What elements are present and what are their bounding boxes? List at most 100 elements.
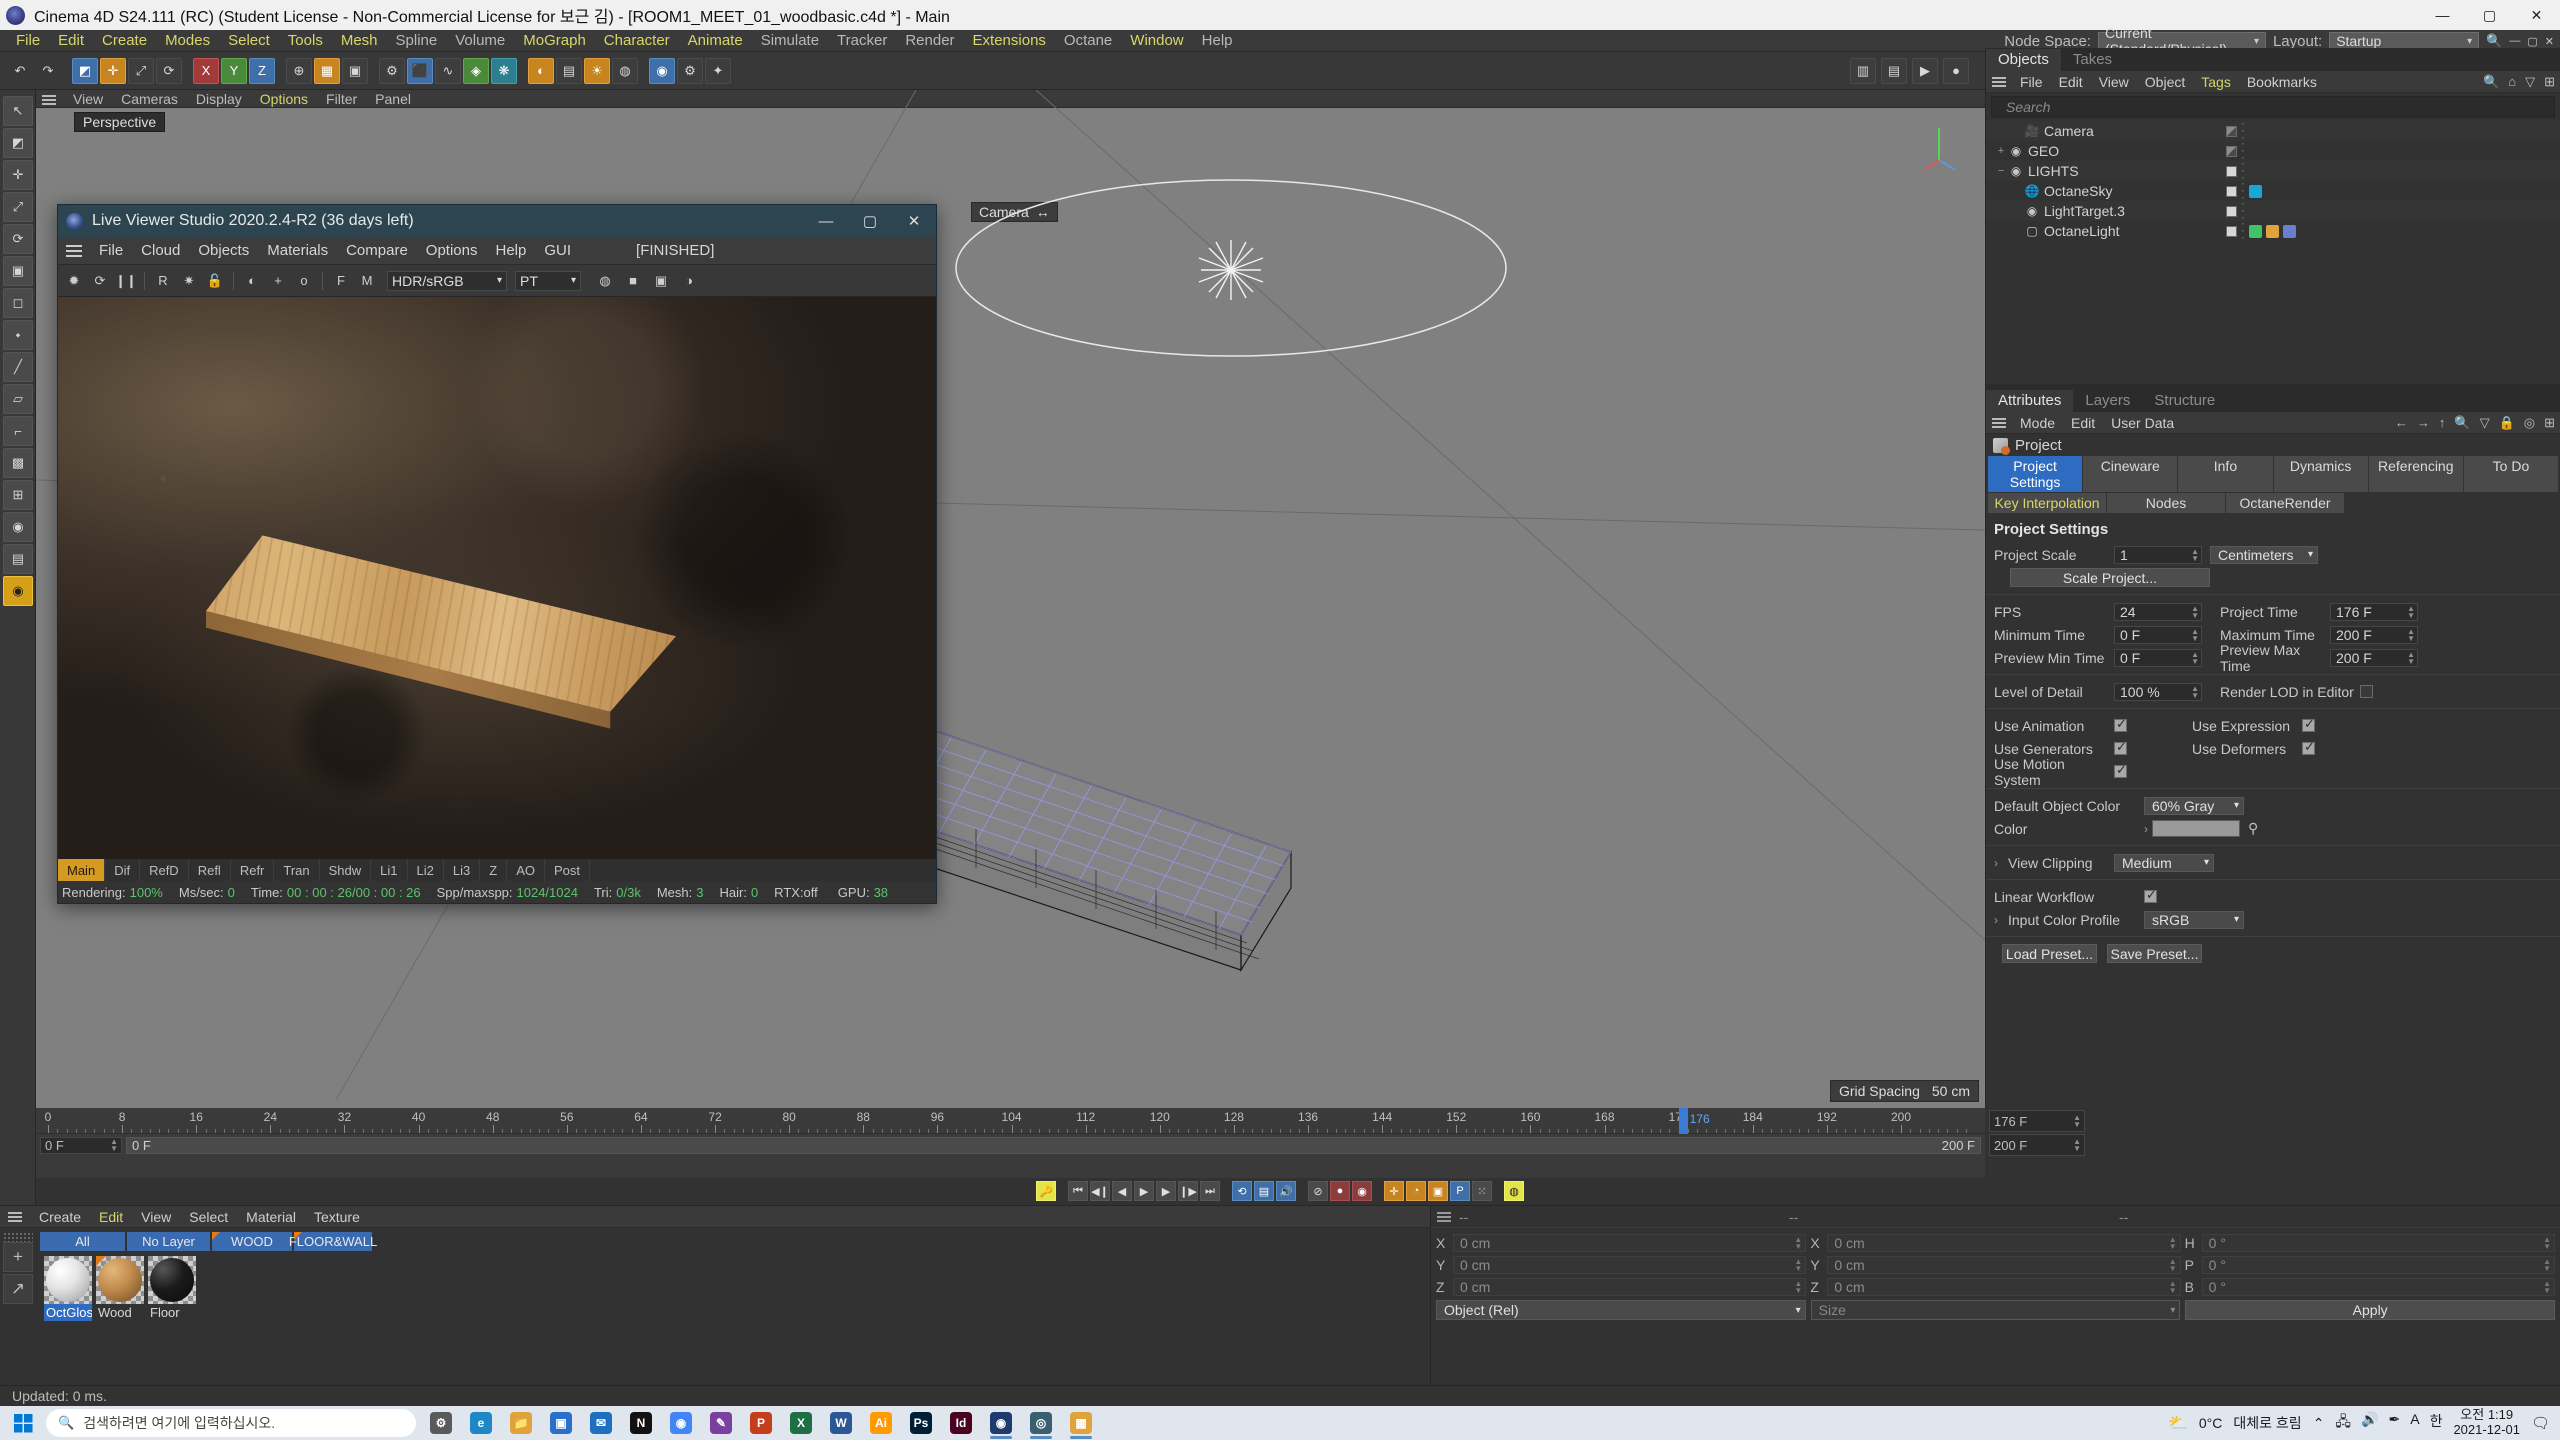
autokey-toggle-button[interactable]: ◉ — [1352, 1181, 1372, 1201]
render-channel-tran[interactable]: Tran — [274, 859, 320, 881]
tab-takes[interactable]: Takes — [2061, 49, 2124, 71]
max-time-field[interactable]: 200 F ▲ ▼ — [1989, 1134, 2085, 1156]
visibility-toggle[interactable] — [2226, 165, 2237, 177]
menu-item-select[interactable]: Select — [219, 30, 279, 52]
restore-icon[interactable]: ▢ — [2527, 35, 2537, 48]
menu-item-extensions[interactable]: Extensions — [964, 30, 1055, 52]
speaker-icon[interactable]: 🔊 — [2361, 1411, 2378, 1435]
spinner-icon[interactable]: ▲ ▼ — [2191, 604, 2199, 619]
material-menu-select[interactable]: Select — [180, 1209, 237, 1225]
lod-input[interactable]: 100 % ▲ ▼ — [2114, 682, 2202, 701]
word-icon[interactable]: W — [822, 1406, 860, 1440]
axis-lock-y-icon[interactable]: Y — [221, 57, 247, 84]
scale-project-button[interactable]: Scale Project... — [2010, 568, 2210, 587]
lv-maximize-button[interactable]: ▢ — [848, 205, 892, 237]
current-frame-field[interactable]: 0 F ▲ ▼ — [40, 1136, 122, 1154]
add-panel-icon[interactable]: ⊞ — [2544, 415, 2555, 431]
rotation-p-input[interactable]: 0 ° ▲ ▼ — [2201, 1256, 2555, 1274]
hamburger-icon[interactable] — [8, 1210, 22, 1224]
attr-tab-info[interactable]: Info — [2178, 456, 2273, 492]
minimum-time-input[interactable]: 0 F ▲ ▼ — [2114, 625, 2202, 644]
object-row[interactable]: 🎥 Camera · · · — [1986, 121, 2560, 143]
lv-close-button[interactable]: ✕ — [892, 205, 936, 237]
denoise-icon[interactable]: ◍ — [593, 269, 617, 293]
photoshop-icon[interactable]: Ps — [902, 1406, 940, 1440]
hamburger-icon[interactable] — [1992, 75, 2006, 89]
close-button[interactable]: ✕ — [2513, 0, 2560, 30]
menu-item-modes[interactable]: Modes — [156, 30, 219, 52]
render-channel-li3[interactable]: Li3 — [444, 859, 481, 881]
next-frame-button[interactable]: ▶ — [1156, 1181, 1176, 1201]
spinner-icon[interactable]: ▲ ▼ — [2407, 604, 2415, 619]
menu-item-simulate[interactable]: Simulate — [752, 30, 828, 52]
indesign-icon[interactable]: Id — [942, 1406, 980, 1440]
tool-axis-mode[interactable]: ⌐ — [3, 416, 33, 446]
up-arrow-icon[interactable]: ↑ — [2439, 415, 2446, 430]
position-y-input[interactable]: 0 cm ▲ ▼ — [1453, 1256, 1807, 1274]
search-icon[interactable]: 🔍 — [2483, 74, 2499, 90]
render-channel-refr[interactable]: Refr — [231, 859, 275, 881]
attribute-menu-mode[interactable]: Mode — [2012, 412, 2063, 434]
spinner-icon[interactable]: ▲ ▼ — [2543, 1236, 2551, 1251]
position-z-input[interactable]: 0 cm ▲ ▼ — [1453, 1278, 1807, 1296]
visibility-toggle[interactable] — [2226, 205, 2237, 217]
focus-picker-icon[interactable]: F — [329, 269, 353, 293]
lock-resolution-icon[interactable]: 🔓 — [203, 269, 227, 293]
material-layer-no-layer[interactable]: No Layer — [127, 1231, 210, 1251]
viewport-menu-view[interactable]: View — [64, 90, 112, 108]
tab-structure[interactable]: Structure — [2142, 390, 2227, 412]
tray-expand-icon[interactable]: ⌃ — [2313, 1415, 2325, 1432]
use-animation-checkbox[interactable] — [2114, 716, 2127, 732]
ai-icon[interactable]: Ai — [862, 1406, 900, 1440]
maximize-button[interactable]: ▢ — [2466, 0, 2513, 30]
coordinate-mode-dropdown[interactable]: Object (Rel) ▾ — [1436, 1300, 1806, 1320]
redo-icon[interactable]: ↷ — [35, 58, 61, 84]
camera-icon[interactable]: ▤ — [556, 57, 582, 84]
settings-icon[interactable]: ⚙ — [422, 1406, 460, 1440]
render-channel-refl[interactable]: Refl — [189, 859, 231, 881]
minimize-button[interactable]: — — [2419, 0, 2466, 30]
save-preset-button[interactable]: Save Preset... — [2107, 944, 2202, 963]
tab-attributes[interactable]: Attributes — [1986, 390, 2074, 412]
live-viewer-menu-gui[interactable]: GUI — [535, 237, 580, 265]
visibility-toggle[interactable] — [2226, 225, 2237, 237]
record-icon[interactable]: ● — [1943, 57, 1969, 84]
scale-icon[interactable]: ⤢ — [128, 57, 154, 84]
move-icon[interactable]: ✛ — [100, 57, 126, 84]
tool-rotate[interactable]: ⟳ — [3, 224, 33, 254]
use-expression-checkbox[interactable] — [2302, 716, 2315, 732]
tool-polygon-mode[interactable]: ▱ — [3, 384, 33, 414]
hamburger-icon[interactable] — [1437, 1210, 1451, 1224]
menu-item-tools[interactable]: Tools — [279, 30, 332, 52]
eyedropper-icon[interactable]: ⚲ — [2248, 820, 2258, 837]
restart-render-icon[interactable]: ⟳ — [88, 269, 112, 293]
rotate-icon[interactable]: ⟳ — [156, 57, 182, 84]
dope-sheet-button[interactable]: ◍ — [1504, 1181, 1524, 1201]
autokey-button[interactable]: 🔑 — [1036, 1181, 1056, 1201]
tool-enable-axis[interactable]: ⊞ — [3, 480, 33, 510]
spinner-icon[interactable]: ▲ ▼ — [2191, 547, 2199, 562]
spinner-icon[interactable]: ▲ ▼ — [2543, 1258, 2551, 1273]
size-z-input[interactable]: 0 cm ▲ ▼ — [1827, 1278, 2181, 1296]
save-image-icon[interactable]: ■ — [621, 269, 645, 293]
spline-icon[interactable]: ∿ — [435, 57, 461, 84]
subdivision-icon[interactable]: ◈ — [463, 57, 489, 84]
colorspace-dropdown[interactable]: HDR/sRGB ▾ — [387, 270, 507, 291]
axis-lock-x-icon[interactable]: X — [193, 57, 219, 84]
explorer-icon[interactable]: ▦ — [1062, 1406, 1100, 1440]
expand-arrow-icon[interactable]: › — [1994, 913, 2008, 927]
layout-a-icon[interactable]: ▥ — [1850, 57, 1876, 84]
menu-item-tracker[interactable]: Tracker — [828, 30, 896, 52]
tool-move[interactable]: ✛ — [3, 160, 33, 190]
timeline-playhead[interactable] — [1678, 1108, 1688, 1134]
prev-key-button[interactable]: ◀❙ — [1090, 1181, 1110, 1201]
maximum-time-input[interactable]: 200 F ▲ ▼ — [2330, 625, 2418, 644]
spinner-icon[interactable]: ▲ ▼ — [2191, 684, 2199, 699]
tab-objects[interactable]: Objects — [1986, 49, 2061, 71]
hamburger-icon[interactable] — [1992, 416, 2006, 430]
viewport-menu-options[interactable]: Options — [251, 90, 317, 108]
render-channel-z[interactable]: Z — [480, 859, 508, 881]
render-settings-icon[interactable]: ⚙ — [379, 57, 405, 84]
live-selection-icon[interactable]: ◩ — [72, 57, 98, 84]
apply-material-button[interactable]: ↗ — [3, 1274, 33, 1304]
